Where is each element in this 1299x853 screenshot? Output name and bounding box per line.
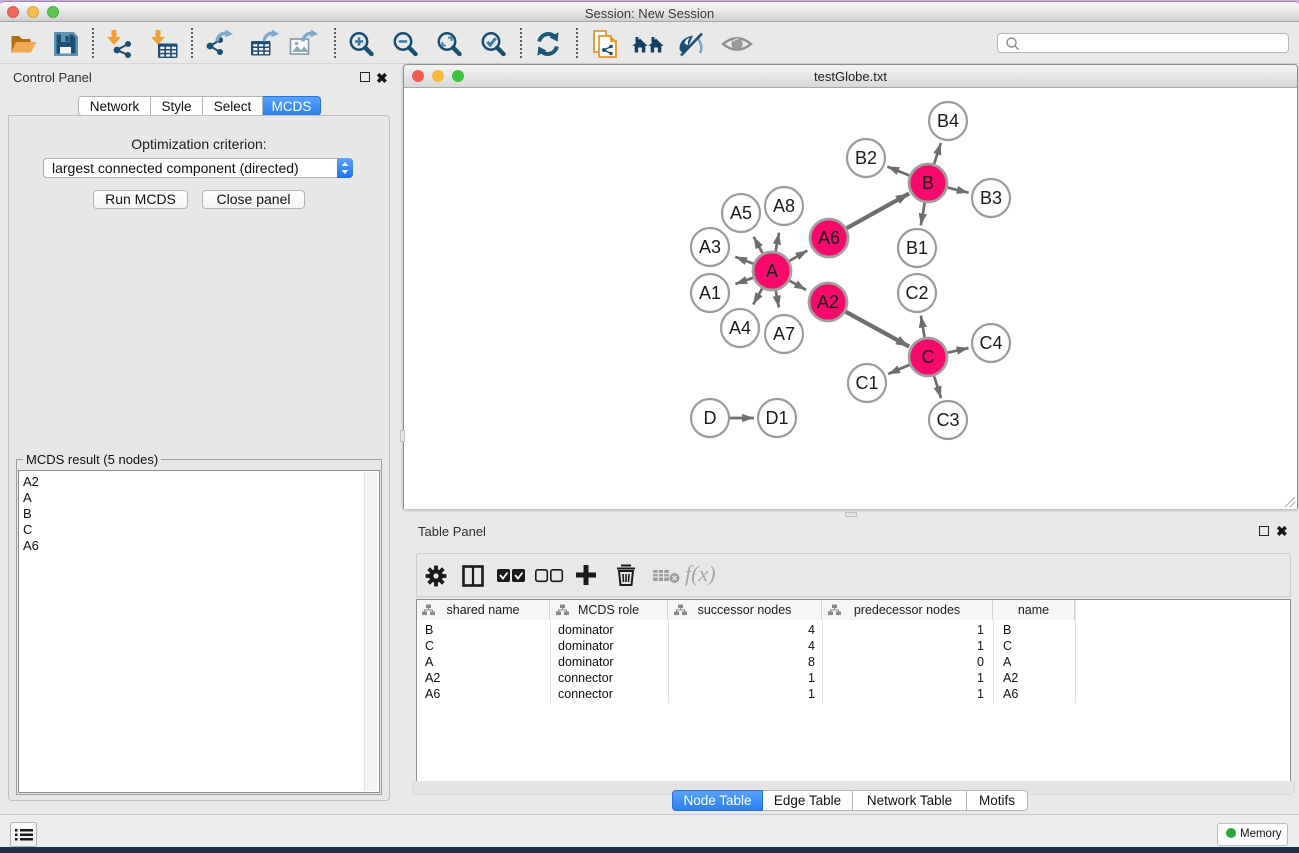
svg-text:C2: C2 <box>905 283 928 303</box>
svg-text:C4: C4 <box>979 333 1002 353</box>
svg-text:C: C <box>922 347 935 367</box>
svg-text:A8: A8 <box>773 196 795 216</box>
svg-text:C1: C1 <box>855 373 878 393</box>
svg-text:C3: C3 <box>936 410 959 430</box>
svg-text:A5: A5 <box>730 203 752 223</box>
svg-text:A7: A7 <box>773 324 795 344</box>
svg-text:A: A <box>766 261 778 281</box>
svg-text:A4: A4 <box>729 318 751 338</box>
svg-text:B2: B2 <box>855 148 877 168</box>
svg-text:A3: A3 <box>699 237 721 257</box>
svg-text:D: D <box>704 408 717 428</box>
svg-text:B: B <box>922 173 934 193</box>
svg-text:B1: B1 <box>906 238 928 258</box>
svg-text:A6: A6 <box>818 228 840 248</box>
svg-text:A2: A2 <box>817 292 839 312</box>
svg-text:B3: B3 <box>980 188 1002 208</box>
svg-text:A1: A1 <box>699 283 721 303</box>
svg-text:B4: B4 <box>937 111 959 131</box>
svg-text:D1: D1 <box>765 408 788 428</box>
